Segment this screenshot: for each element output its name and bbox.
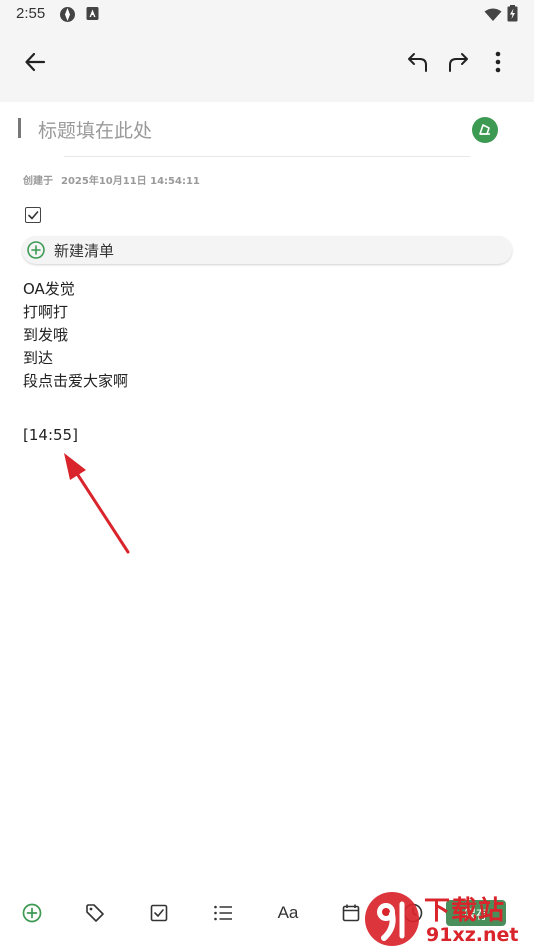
note-line: OA发觉 xyxy=(23,280,75,298)
add-circle-icon xyxy=(22,903,42,923)
more-options-button[interactable] xyxy=(482,48,514,80)
checkbox-icon xyxy=(150,904,168,922)
site-watermark: 下载站 91xz.net xyxy=(362,888,534,950)
created-label: 创建于 xyxy=(23,176,53,187)
watermark-bottom-text: 91xz.net xyxy=(426,924,519,946)
redo-button[interactable] xyxy=(442,48,474,80)
note-line-timestamp: [14:55] xyxy=(23,426,78,444)
tag-icon xyxy=(85,903,105,923)
undo-icon xyxy=(406,50,430,78)
checklist-checkbox[interactable] xyxy=(25,207,41,223)
created-timestamp: 创建于 2025年10月11日 14:54:11 xyxy=(23,172,200,187)
redo-icon xyxy=(446,50,470,78)
note-line: 到发哦 xyxy=(23,326,69,344)
undo-button[interactable] xyxy=(402,48,434,80)
vpn-icon xyxy=(59,6,76,27)
back-button[interactable] xyxy=(19,48,51,80)
more-vert-icon xyxy=(495,51,501,77)
note-line: 段点击爱大家啊 xyxy=(23,372,129,390)
watermark-top-text: 下载站 xyxy=(424,896,506,926)
note-line-gap xyxy=(23,416,128,424)
status-time: 2:55 xyxy=(16,5,46,22)
tag-button[interactable] xyxy=(82,900,108,926)
watermark-logo xyxy=(365,892,419,946)
checkbox-button[interactable] xyxy=(146,900,172,926)
list-icon xyxy=(213,904,233,922)
add-button[interactable] xyxy=(19,900,45,926)
new-list-label: 新建清单 xyxy=(54,242,115,260)
battery-icon xyxy=(507,5,518,26)
app-bar xyxy=(0,28,534,102)
note-line xyxy=(23,393,128,416)
note-line: 打啊打 xyxy=(23,303,69,321)
arrow-left-icon xyxy=(24,51,46,77)
title-underline xyxy=(64,156,470,157)
text-format-button[interactable]: Aa xyxy=(274,900,302,926)
calendar-icon xyxy=(342,904,360,922)
check-icon xyxy=(27,206,39,225)
status-bar: 2:55 xyxy=(0,0,534,28)
paint-bucket-icon xyxy=(478,121,492,140)
list-button[interactable] xyxy=(210,900,236,926)
wifi-icon xyxy=(484,7,502,26)
calendar-button[interactable] xyxy=(338,900,364,926)
add-circle-icon xyxy=(27,241,45,259)
app-notification-icon xyxy=(86,6,99,25)
note-line: 到达 xyxy=(23,349,54,367)
note-body[interactable]: OA发觉 打啊打 到发哦 到达 段点击爱大家啊 [14:55] xyxy=(23,278,128,447)
new-list-button[interactable]: 新建清单 xyxy=(22,236,512,264)
theme-button[interactable] xyxy=(472,117,498,143)
text-format-icon: Aa xyxy=(277,903,299,922)
created-value: 2025年10月11日 14:54:11 xyxy=(61,176,200,187)
title-input[interactable]: 标题填在此处 xyxy=(38,116,152,143)
text-cursor-marker xyxy=(18,118,24,138)
